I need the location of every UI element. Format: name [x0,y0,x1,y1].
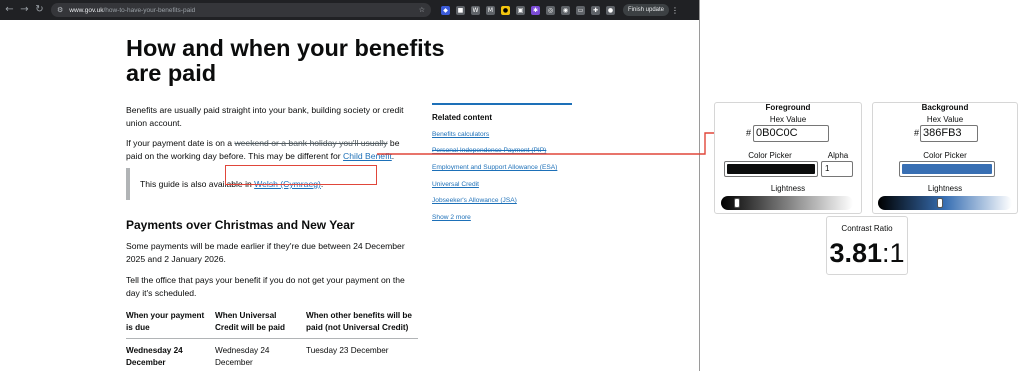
page-content: How and when your benefits are paid Bene… [0,20,699,371]
intro-paragraph: Benefits are usually paid straight into … [126,105,404,128]
hash-symbol: # [914,128,920,138]
foreground-legend: Foreground [715,97,861,115]
fg-lightness-thumb[interactable] [733,198,740,208]
fg-picker-label: Color Picker [748,151,792,160]
related-link[interactable]: Benefits calculators [432,131,572,139]
fg-hex-input[interactable]: 0B0C0C [753,125,829,142]
hash-symbol: # [746,128,752,138]
holiday-text: . [391,150,395,161]
browser-window: ← → ↻ ⚙ www.gov.uk/how-to-have-your-bene… [0,0,700,371]
profile-icon[interactable]: ● [606,5,615,15]
fg-lightness-slider[interactable] [721,196,853,210]
extension-icon[interactable]: ■ [456,5,465,15]
site-info-icon[interactable]: ⚙ [57,6,63,14]
back-icon[interactable]: ← [4,3,15,17]
fg-alpha-label: Alpha [827,151,849,160]
extension-icon[interactable]: ● [501,5,510,15]
extensions-puzzle-icon[interactable]: ✚ [591,5,600,15]
contrast-denominator: 1 [889,238,905,268]
related-link[interactable]: Employment and Support Allowance (ESA) [432,164,572,172]
section-heading: Payments over Christmas and New Year [126,218,355,232]
reload-icon[interactable]: ↻ [34,3,45,17]
holiday-paragraph: If your payment date is on a weekend or … [126,137,418,162]
forward-icon[interactable]: → [19,3,30,17]
related-content: Related content Benefits calculators Per… [432,103,572,222]
table-cell: Wednesday 24 December [126,346,183,367]
background-legend: Background [873,97,1017,115]
browser-toolbar: ← → ↻ ⚙ www.gov.uk/how-to-have-your-bene… [0,0,699,20]
page-title: How and when your benefits are paid [126,35,445,86]
url-text: www.gov.uk/how-to-have-your-benefits-pai… [69,7,195,14]
finish-update-button[interactable]: Finish update [623,4,670,16]
foreground-panel: Foreground Hex Value # 0B0C0C Color Pick… [714,102,862,214]
contrast-ratio-title: Contrast Ratio [841,224,893,233]
bg-color-swatch [902,164,992,174]
table-header: When your payment is due [126,311,205,332]
background-legend-text: Background [918,103,972,112]
extension-icon[interactable]: M [486,5,495,15]
table-cell: Tuesday 23 December [306,346,389,355]
url-host: www.gov.uk [69,6,104,14]
extension-icon[interactable]: ◎ [546,5,555,15]
holiday-text: If your payment date is on a [126,138,235,148]
menu-kebab-icon[interactable]: ⋮ [671,6,679,15]
background-panel: Background Hex Value # 386FB3 Color Pick… [872,102,1018,214]
table-row: Wednesday 24 December Wednesday 24 Decem… [126,339,418,369]
extension-icon[interactable]: ◆ [441,5,450,15]
bg-hex-input[interactable]: 386FB3 [920,125,978,142]
show-more-link[interactable]: Show 2 more [432,214,572,222]
fg-hex-label: Hex Value [769,115,807,124]
table-header: When other benefits will be paid (not Un… [306,311,412,332]
section-paragraph: Tell the office that pays your benefit i… [126,275,405,298]
bg-color-picker[interactable] [899,161,995,177]
fg-color-picker[interactable] [724,161,818,177]
table-header: When Universal Credit will be paid [215,311,286,332]
bookmark-star-icon[interactable]: ☆ [419,6,425,14]
inset-bar [126,168,130,200]
contrast-ratio-panel: Contrast Ratio 3.81:1 [826,216,908,275]
fg-color-swatch [727,164,815,174]
highlight-annotation-box [225,165,377,185]
camera-icon[interactable]: ◉ [561,5,570,15]
fg-lightness-label: Lightness [770,184,806,193]
related-link[interactable]: Universal Credit [432,181,572,189]
strikethrough-text: weekend or a bank holiday you'll usually [234,138,388,148]
table-cell: Wednesday 24 December [215,346,270,367]
bg-lightness-slider[interactable] [878,196,1012,210]
bg-picker-label: Color Picker [923,151,967,160]
table-header-row: When your payment is due When Universal … [126,310,418,339]
related-title: Related content [432,113,493,122]
section-paragraph: Some payments will be made earlier if th… [126,241,405,264]
extension-icon[interactable]: ▣ [516,5,525,15]
fg-alpha-input[interactable]: 1 [821,161,853,177]
bg-lightness-thumb[interactable] [936,198,943,208]
child-benefit-link[interactable]: Child Benefit [343,151,392,161]
extension-icon[interactable]: ✱ [531,5,540,15]
payment-table: When your payment is due When Universal … [126,310,418,369]
contrast-ratio-number: 3.81 [829,238,882,268]
related-link[interactable]: Personal Independence Payment (PIP) [432,147,572,155]
contrast-separator: : [882,238,890,268]
address-bar[interactable]: ⚙ www.gov.uk/how-to-have-your-benefits-p… [51,3,431,17]
contrast-ratio-value: 3.81:1 [827,238,907,268]
url-path: /how-to-have-your-benefits-paid [103,6,196,14]
extension-icon[interactable]: W [471,5,480,15]
screen-icon[interactable]: ▭ [576,5,585,15]
holiday-text: This may be different for [245,150,344,161]
bg-hex-label: Hex Value [926,115,964,124]
foreground-legend-text: Foreground [762,103,814,112]
related-link[interactable]: Jobseeker's Allowance (JSA) [432,197,572,205]
bg-lightness-label: Lightness [927,184,963,193]
